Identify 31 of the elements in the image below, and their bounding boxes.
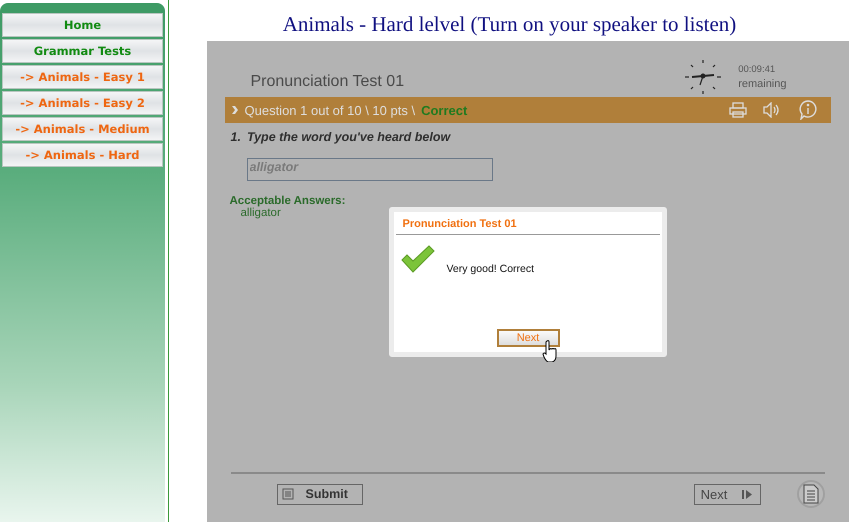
page-title: Animals - Hard lelvel (Turn on your speaker to listen): [282, 12, 736, 37]
sidebar-item[interactable]: -> Animals - Easy 2: [2, 91, 163, 115]
timer-time: 00:09:41: [738, 64, 776, 75]
list-icon: [282, 488, 294, 500]
answer-field[interactable]: alligator: [246, 158, 492, 181]
next-button[interactable]: Next: [496, 329, 560, 347]
speaker-icon[interactable]: [762, 102, 780, 118]
sidebar-item[interactable]: -> Animals - Hard: [2, 143, 163, 167]
sidebar-item[interactable]: Home: [2, 13, 163, 37]
bullet-icon: [230, 105, 238, 115]
timer-label: remaining: [738, 78, 786, 90]
sidebar-item[interactable]: -> Animals - Medium: [2, 117, 163, 141]
checkmark-icon: [400, 245, 434, 273]
dialog-title: Pronunciation Test 01: [396, 212, 660, 235]
next-icon: [741, 488, 754, 500]
dialog-message: Very good! Correct: [446, 263, 534, 275]
acceptable-answer: alligator: [240, 207, 282, 219]
info-icon[interactable]: [796, 100, 818, 120]
document-icon: [802, 484, 818, 504]
sidebar-item[interactable]: -> Animals - Easy 1: [2, 65, 163, 89]
quiz-title: Pronunciation Test 01: [250, 73, 404, 91]
result-text: Correct: [421, 102, 468, 118]
notes-button[interactable]: [796, 480, 824, 508]
submit-button[interactable]: Submit: [276, 484, 362, 504]
question-text: Type the word you've heard below: [246, 130, 450, 144]
next-button[interactable]: Next: [694, 484, 760, 504]
acceptable-label: Acceptable Answers:: [230, 195, 346, 207]
sidebar-item[interactable]: Grammar Tests: [2, 39, 163, 63]
print-icon[interactable]: [728, 102, 746, 118]
clock-icon: [684, 59, 722, 95]
question-number: 1.: [230, 130, 241, 144]
